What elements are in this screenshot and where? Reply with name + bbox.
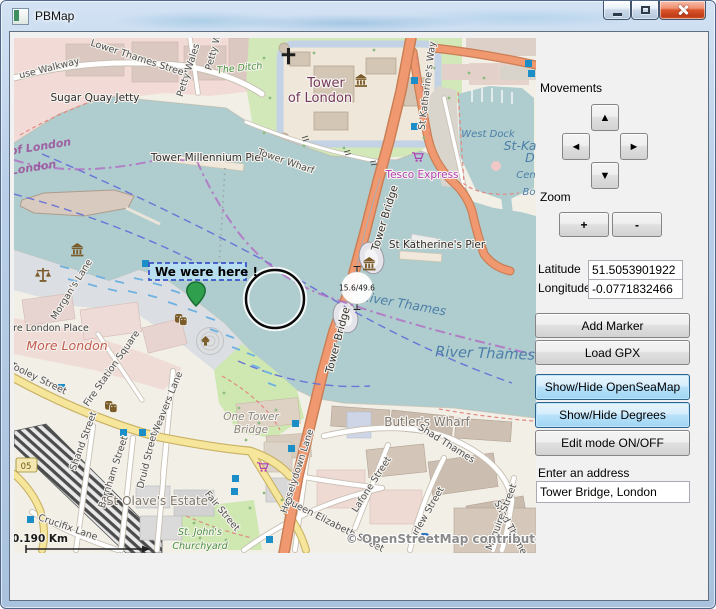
map-label: Tesco Express xyxy=(384,169,458,181)
map-label: Churchyard xyxy=(172,541,228,552)
scale-text: 0.190 Km xyxy=(14,533,68,545)
app-window: PBMap xyxy=(0,0,716,609)
map-label: Bridge xyxy=(234,424,268,436)
map-label: D xyxy=(525,150,535,165)
map-label: Bo xyxy=(523,187,536,198)
marker-label[interactable]: We were here ! xyxy=(149,263,258,280)
map-label: St Katherine's Pier xyxy=(389,239,486,251)
client-area: use WalkwaySugar Quay JettyLower Thames … xyxy=(9,31,709,601)
seamark-square xyxy=(288,445,295,452)
seamark-square xyxy=(292,420,299,427)
map-label: More London xyxy=(26,338,107,353)
seamark-square xyxy=(142,260,149,267)
latitude-input[interactable] xyxy=(588,260,683,280)
minimize-icon xyxy=(613,13,622,16)
seamark-square xyxy=(528,70,535,77)
toggle-openseamap-button[interactable]: Show/Hide OpenSeaMap xyxy=(535,374,690,400)
map-canvas: use WalkwaySugar Quay JettyLower Thames … xyxy=(14,38,536,553)
seamark-square xyxy=(27,516,34,523)
marker-label-text: We were here ! xyxy=(155,265,258,279)
address-label: Enter an address xyxy=(538,466,629,480)
seamark-square xyxy=(525,60,532,67)
seamark-square xyxy=(411,77,418,84)
minimize-button[interactable] xyxy=(603,1,631,20)
app-icon xyxy=(12,8,29,25)
close-button[interactable] xyxy=(659,1,706,20)
close-icon xyxy=(677,4,689,16)
map-label: Tower Millennium Pier xyxy=(150,152,266,164)
move-up-button[interactable]: ▲ xyxy=(591,104,619,131)
longitude-input[interactable] xyxy=(588,279,683,299)
zoom-label: Zoom xyxy=(540,190,571,204)
map-label: Tower xyxy=(306,76,345,91)
add-marker-button[interactable]: Add Marker xyxy=(535,313,690,338)
map-label: of London xyxy=(288,91,352,106)
map-label: Sugar Quay Jetty xyxy=(51,92,140,104)
attribution-text: © OpenStreetMap contributors xyxy=(346,532,536,546)
toggle-degrees-button[interactable]: Show/Hide Degrees xyxy=(535,402,690,428)
movements-label: Movements xyxy=(540,81,602,95)
maximize-icon xyxy=(641,6,650,14)
seamark-square xyxy=(120,429,127,436)
maximize-button[interactable] xyxy=(631,1,659,20)
move-down-button[interactable]: ▼ xyxy=(591,162,619,189)
seamark-square xyxy=(266,536,273,543)
move-left-button[interactable]: ◄ xyxy=(562,133,590,160)
map-view[interactable]: use WalkwaySugar Quay JettyLower Thames … xyxy=(14,38,536,553)
move-right-button[interactable]: ► xyxy=(620,133,648,160)
map-label: One Tower xyxy=(223,411,279,423)
load-gpx-button[interactable]: Load GPX xyxy=(535,340,690,365)
latitude-label: Latitude xyxy=(538,262,581,276)
the-scoop xyxy=(197,328,224,355)
map-label: Cen xyxy=(516,170,535,181)
map-label: St Olave's Estate xyxy=(106,494,208,508)
window-title: PBMap xyxy=(35,9,74,23)
map-label: 05 xyxy=(21,462,32,472)
edit-mode-button[interactable]: Edit mode ON/OFF xyxy=(535,430,690,456)
seamark-square xyxy=(139,429,146,436)
title-bar[interactable]: PBMap xyxy=(1,1,715,31)
seamark-square xyxy=(232,475,239,482)
zoom-in-button[interactable]: + xyxy=(559,212,609,237)
zoom-out-button[interactable]: - xyxy=(612,212,662,237)
map-label: More London Place xyxy=(14,323,89,334)
address-input[interactable] xyxy=(536,481,690,503)
map-label: St. John's xyxy=(178,527,222,538)
longitude-label: Longitude xyxy=(538,281,591,295)
seamark-square xyxy=(231,488,238,495)
clearance-text: 15.6/49.6 xyxy=(339,284,375,293)
